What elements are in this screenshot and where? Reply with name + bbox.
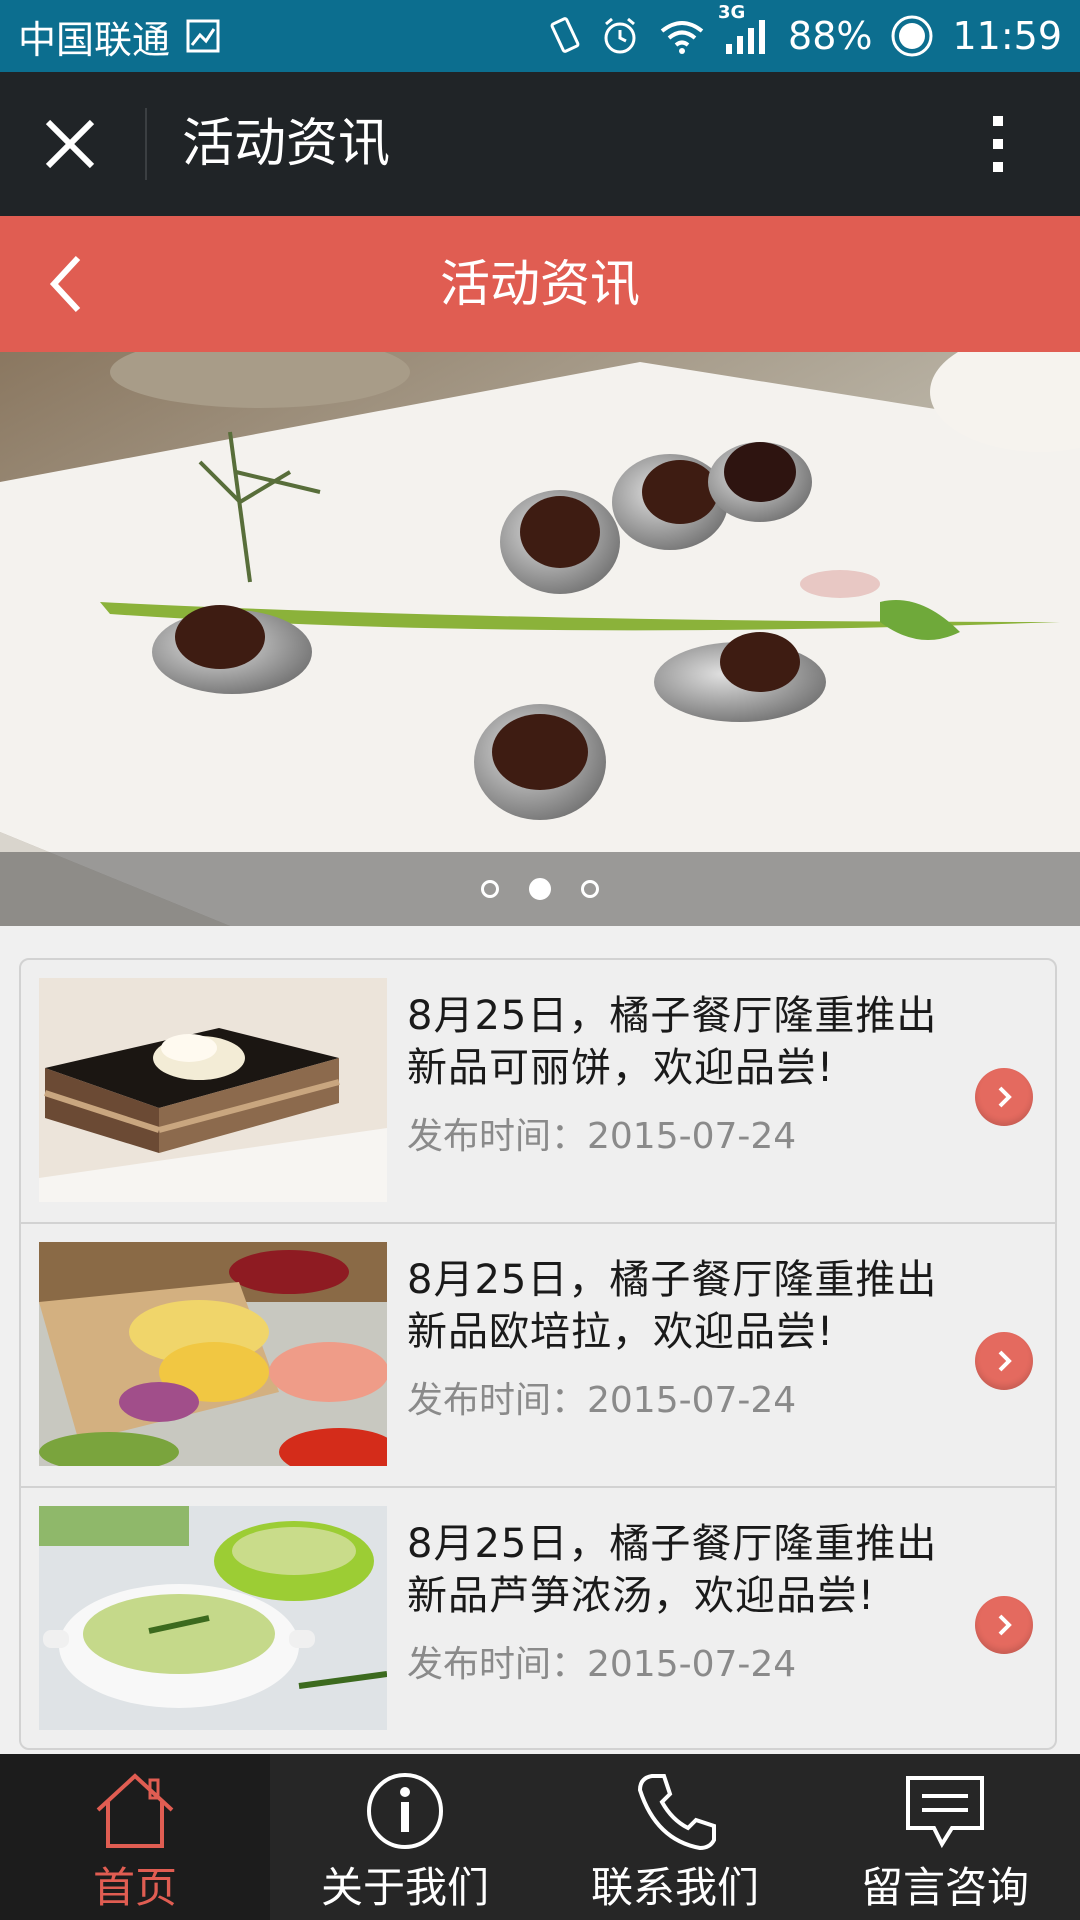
news-item[interactable]: 8月25日，橘子餐厅隆重推出新品芦笋浓汤，欢迎品尝! 发布时间：2015-07-… <box>21 1488 1055 1748</box>
home-icon <box>90 1768 180 1854</box>
clock-time: 11:59 <box>952 14 1062 58</box>
wechat-title-bar: 活动资讯 <box>0 72 1080 216</box>
news-thumbnail <box>39 1242 387 1466</box>
nav-label: 关于我们 <box>320 1863 489 1912</box>
screenshot-icon <box>186 19 220 53</box>
news-publish-time: 发布时间：2015-07-24 <box>407 1116 797 1157</box>
message-icon <box>900 1768 990 1854</box>
nav-item-about[interactable]: 关于我们 <box>270 1754 540 1920</box>
alarm-icon <box>600 16 640 56</box>
title-divider <box>145 108 147 180</box>
nav-label: 首页 <box>92 1863 177 1912</box>
close-icon[interactable] <box>40 114 100 174</box>
news-publish-time: 发布时间：2015-07-24 <box>407 1380 797 1421</box>
carousel-indicator <box>0 852 1080 926</box>
more-options-icon[interactable] <box>980 114 1016 174</box>
nav-item-home[interactable]: 首页 <box>0 1754 270 1920</box>
status-bar: 中国联通 3G 88% 11:59 <box>0 0 1080 72</box>
news-thumbnail <box>39 1506 387 1730</box>
bottom-navigation: 首页 关于我们 联系我们 留言咨询 <box>0 1754 1080 1920</box>
page-title: 活动资讯 <box>440 255 640 313</box>
carousel-dot-active[interactable] <box>529 878 551 900</box>
banner-carousel[interactable] <box>0 352 1080 926</box>
news-title[interactable]: 8月25日，橘子餐厅隆重推出新品可丽饼，欢迎品尝! <box>407 990 967 1094</box>
news-title[interactable]: 8月25日，橘子餐厅隆重推出新品芦笋浓汤，欢迎品尝! <box>407 1518 967 1622</box>
page-header: 活动资讯 <box>0 216 1080 352</box>
news-list: 8月25日，橘子餐厅隆重推出新品可丽饼，欢迎品尝! 发布时间：2015-07-2… <box>19 958 1057 1750</box>
chevron-right-icon[interactable] <box>975 1332 1033 1390</box>
wechat-page-title: 活动资讯 <box>182 114 391 174</box>
nav-item-message[interactable]: 留言咨询 <box>810 1754 1080 1920</box>
nav-label: 留言咨询 <box>860 1863 1029 1912</box>
info-icon <box>360 1768 450 1854</box>
news-item[interactable]: 8月25日，橘子餐厅隆重推出新品可丽饼，欢迎品尝! 发布时间：2015-07-2… <box>21 960 1055 1224</box>
carrier-label: 中国联通 <box>18 17 171 62</box>
news-title[interactable]: 8月25日，橘子餐厅隆重推出新品欧培拉，欢迎品尝! <box>407 1254 967 1358</box>
wifi-icon <box>658 17 706 55</box>
signal-icon: 3G <box>718 2 770 56</box>
nav-item-contact[interactable]: 联系我们 <box>540 1754 810 1920</box>
battery-icon <box>890 14 934 58</box>
carousel-dot[interactable] <box>481 880 499 898</box>
network-type-label: 3G <box>718 2 746 23</box>
news-thumbnail <box>39 978 387 1202</box>
carousel-dot[interactable] <box>581 880 599 898</box>
nav-label: 联系我们 <box>590 1863 759 1912</box>
vibrate-icon <box>548 16 582 56</box>
phone-icon <box>630 1768 720 1854</box>
news-publish-time: 发布时间：2015-07-24 <box>407 1644 797 1685</box>
banner-image <box>0 352 1080 926</box>
news-item[interactable]: 8月25日，橘子餐厅隆重推出新品欧培拉，欢迎品尝! 发布时间：2015-07-2… <box>21 1224 1055 1488</box>
chevron-right-icon[interactable] <box>975 1596 1033 1654</box>
battery-percent: 88% <box>788 14 873 58</box>
chevron-right-icon[interactable] <box>975 1068 1033 1126</box>
